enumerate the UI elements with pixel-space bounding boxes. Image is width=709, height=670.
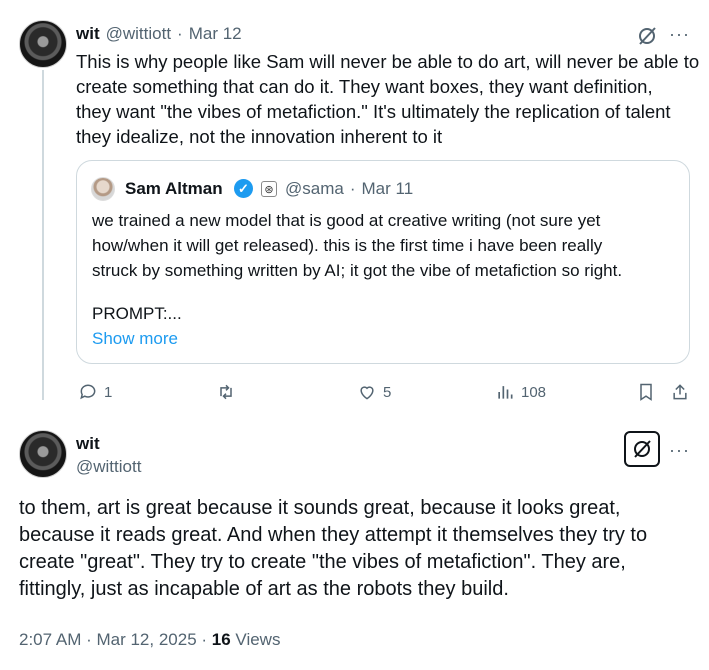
quoted-tweet-card[interactable]: Sam Altman ✓ ⊛ @sama · Mar 11 we trained… (76, 160, 690, 364)
views-label: Views (230, 630, 281, 649)
share-button[interactable] (670, 382, 690, 402)
quote-text: we trained a new model that is good at c… (92, 208, 682, 351)
tweet-text-line: create "great". They try to create "the … (19, 551, 626, 573)
reply-button[interactable]: 1 (78, 382, 112, 402)
tweet-text-line: create something that can do it. They wa… (76, 76, 653, 97)
analytics-icon (498, 386, 513, 399)
quote-prompt-line: PROMPT:... (92, 304, 182, 323)
organization-badge-icon: ⊛ (261, 181, 277, 197)
avatar[interactable] (19, 430, 67, 478)
author-name[interactable]: wit (76, 24, 100, 44)
view-count: 108 (521, 383, 547, 401)
tweet-text-line: because it reads great. And when they at… (19, 524, 648, 546)
bookmark-button[interactable] (636, 382, 656, 402)
grok-icon (634, 440, 651, 458)
bookmark-icon (640, 383, 652, 401)
tweet-header: wit @wittiott · Mar 12 (76, 24, 242, 44)
grok-button[interactable] (624, 431, 660, 467)
show-more-link[interactable]: Show more (92, 326, 682, 351)
separator: · (349, 179, 356, 198)
quote-text-line: struck by something written by AI; it go… (92, 261, 623, 280)
quote-meta: @sama · Mar 11 (285, 179, 413, 199)
quote-text-line: we trained a new model that is good at c… (92, 211, 601, 230)
heart-icon (360, 386, 374, 400)
tweet-text-line: they want "the vibes of metafiction." It… (76, 101, 671, 122)
reply-icon (80, 384, 96, 400)
author-handle[interactable]: @wittiott (76, 457, 141, 477)
views-button[interactable]: 108 (495, 382, 546, 402)
thread-connector-line (42, 70, 44, 400)
quote-author-name: Sam Altman (125, 179, 223, 198)
author-handle[interactable]: @wittiott (106, 24, 171, 44)
quote-handle: @sama (285, 179, 344, 198)
grok-icon[interactable] (636, 25, 658, 52)
timestamp-text[interactable]: 2:07 AM · Mar 12, 2025 · (19, 630, 212, 649)
tweet-text-line: they idealize, not the innovation inhere… (76, 126, 443, 147)
views-count: 16 (211, 630, 231, 649)
tweet-date[interactable]: Mar 12 (189, 24, 242, 44)
separator: · (177, 24, 183, 43)
retweet-icon (220, 384, 232, 400)
avatar[interactable] (19, 20, 67, 68)
tweet-text: This is why people like Sam will never b… (76, 49, 701, 149)
more-options-icon[interactable]: ··· (669, 440, 690, 461)
more-options-icon[interactable]: ··· (669, 24, 690, 45)
retweet-button[interactable] (216, 382, 242, 402)
share-icon (673, 384, 687, 400)
tweet-text-line: to them, art is great because it sounds … (19, 497, 621, 519)
quote-text-line: how/when it will get released). this is … (92, 236, 603, 255)
tweet-timestamp: 2:07 AM · Mar 12, 2025 · 16 Views (19, 630, 280, 650)
reply-count: 1 (104, 383, 113, 401)
like-button[interactable]: 5 (357, 382, 391, 402)
tweet-text-line: This is why people like Sam will never b… (76, 51, 700, 72)
verified-badge-icon: ✓ (234, 179, 253, 198)
tweet-text-line: fittingly, just as incapable of art as t… (19, 578, 509, 600)
tweet-header: wit @wittiott (76, 434, 141, 477)
like-count: 5 (383, 383, 392, 401)
author-name[interactable]: wit (76, 434, 141, 454)
quote-avatar (91, 177, 115, 201)
quote-date: Mar 11 (361, 179, 414, 198)
tweet-text: to them, art is great because it sounds … (19, 495, 699, 603)
